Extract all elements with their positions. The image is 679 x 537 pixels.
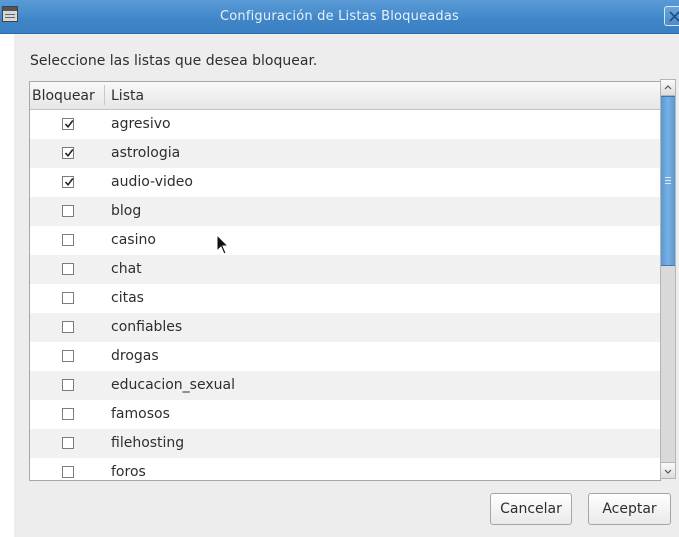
left-window-edge [0,34,14,537]
block-checkbox[interactable] [62,205,74,217]
list-name-label: audio-video [111,174,193,190]
block-checkbox[interactable] [62,466,74,478]
list-name-label: educacion_sexual [111,377,235,393]
table-row[interactable]: filehosting [30,429,660,458]
block-checkbox[interactable] [62,379,74,391]
block-checkbox[interactable] [62,408,74,420]
list-name-label: filehosting [111,435,185,451]
list-name-label: blog [111,203,142,219]
table-row[interactable]: agresivo [30,110,660,139]
scroll-grip [665,177,671,184]
scroll-down-button[interactable] [661,462,675,478]
table-row[interactable]: chat [30,255,660,284]
table-row[interactable]: famosos [30,400,660,429]
scroll-thumb[interactable] [661,96,675,266]
list-name-label: agresivo [111,116,171,132]
close-button[interactable] [664,6,679,26]
chevron-up-icon [664,85,672,90]
table-row[interactable]: casino [30,226,660,255]
block-checkbox[interactable] [62,147,74,159]
instruction-label: Seleccione las listas que desea bloquear… [30,53,318,69]
list-name-label: casino [111,232,156,248]
cancel-button[interactable]: Cancelar [490,493,572,525]
checkmark-icon [64,120,74,129]
vertical-scrollbar[interactable] [660,79,676,479]
column-separator[interactable] [104,85,105,105]
title-bar[interactable]: Configuración de Listas Bloqueadas [0,0,679,34]
table-rows: agresivo astrologia audio-video blog casino c… [30,110,660,480]
table-row[interactable]: educacion_sexual [30,371,660,400]
column-header-list[interactable]: Lista [111,88,144,104]
checkmark-icon [64,149,74,158]
table-row[interactable]: blog [30,197,660,226]
table-header: Bloquear Lista [30,82,660,110]
list-name-label: chat [111,261,142,277]
table-row[interactable]: foros [30,458,660,480]
block-checkbox[interactable] [62,292,74,304]
list-name-label: drogas [111,348,159,364]
table-row[interactable]: citas [30,284,660,313]
column-header-block[interactable]: Bloquear [32,88,95,104]
block-list-table[interactable]: Bloquear Lista agresivo astrologia audio-v… [29,81,661,481]
list-name-label: confiables [111,319,183,335]
list-name-label: famosos [111,406,170,422]
table-row[interactable]: confiables [30,313,660,342]
block-checkbox[interactable] [62,118,74,130]
window-title: Configuración de Listas Bloqueadas [219,9,460,24]
chevron-down-icon [664,469,672,474]
block-checkbox[interactable] [62,437,74,449]
block-checkbox[interactable] [62,350,74,362]
accept-button[interactable]: Aceptar [588,493,671,525]
table-row[interactable]: drogas [30,342,660,371]
list-name-label: citas [111,290,144,306]
scroll-up-button[interactable] [661,80,675,96]
block-checkbox[interactable] [62,176,74,188]
list-name-label: foros [111,464,146,480]
table-row[interactable]: astrologia [30,139,660,168]
table-row[interactable]: audio-video [30,168,660,197]
dialog-body: Seleccione las listas que desea bloquear… [14,34,679,537]
block-checkbox[interactable] [62,234,74,246]
mouse-pointer-icon [216,234,230,255]
block-checkbox[interactable] [62,263,74,275]
close-icon [669,11,679,22]
checkmark-icon [64,178,74,187]
block-checkbox[interactable] [62,321,74,333]
list-name-label: astrologia [111,145,181,161]
